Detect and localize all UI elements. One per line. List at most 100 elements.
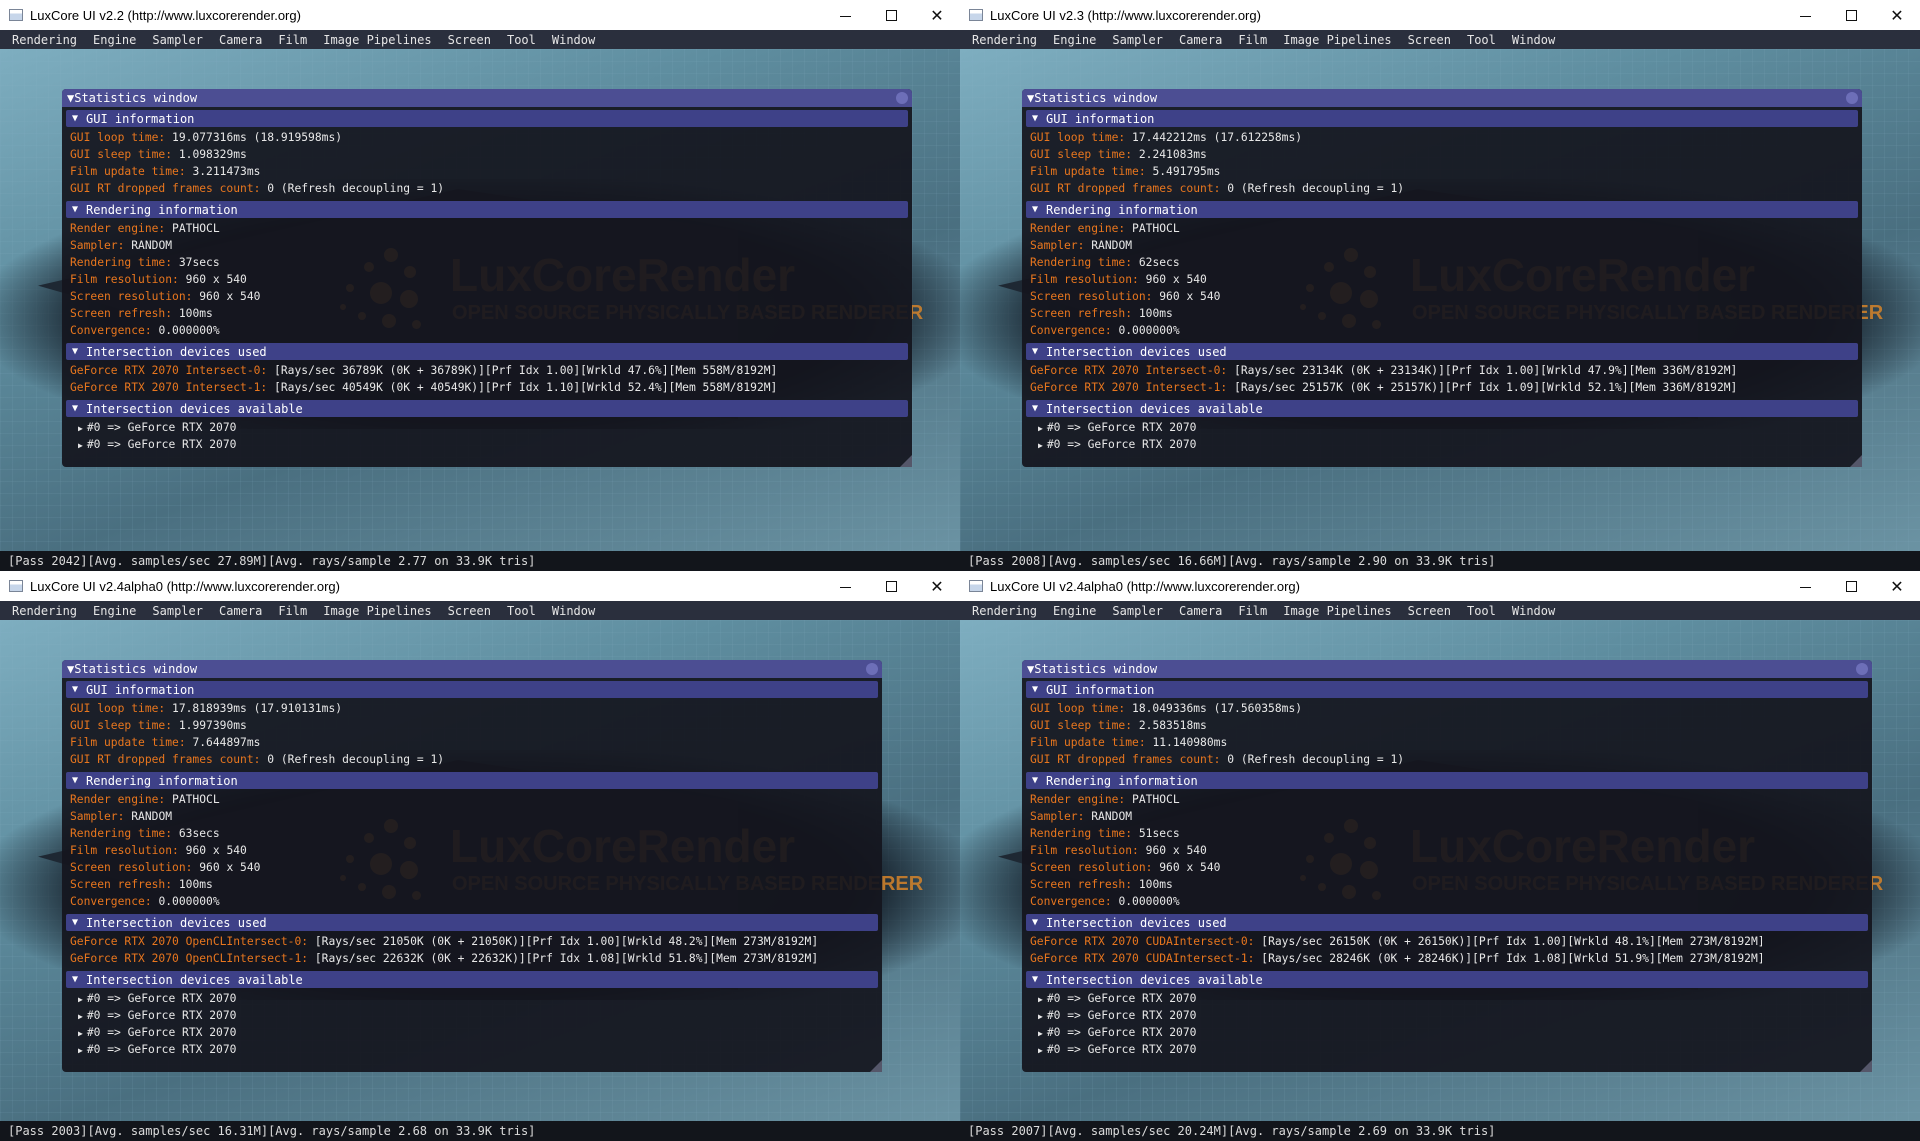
section-devices-used[interactable]: ▼ Intersection devices used <box>66 914 878 931</box>
statistics-window[interactable]: ▼ Statistics window ▼ GUI information GUI l… <box>62 89 912 467</box>
section-devices-available[interactable]: ▼ Intersection devices available <box>66 971 878 988</box>
menu-item-tool[interactable]: Tool <box>499 604 544 618</box>
section-gui-information[interactable]: ▼ GUI information <box>1026 681 1868 698</box>
resize-handle[interactable] <box>1850 455 1862 467</box>
collapse-arrow-icon[interactable]: ▼ <box>1027 662 1034 676</box>
section-devices-used[interactable]: ▼ Intersection devices used <box>1026 343 1858 360</box>
section-rendering-information[interactable]: ▼ Rendering information <box>66 201 908 218</box>
menu-item-camera[interactable]: Camera <box>1171 604 1230 618</box>
resize-handle[interactable] <box>1860 1060 1872 1072</box>
minimize-button[interactable] <box>822 571 868 601</box>
menu-item-sampler[interactable]: Sampler <box>1104 604 1171 618</box>
menu-item-window[interactable]: Window <box>544 604 603 618</box>
close-button[interactable]: ✕ <box>1874 0 1920 30</box>
menu-item-screen[interactable]: Screen <box>1400 33 1459 47</box>
expand-arrow-icon[interactable]: ▶ <box>78 1029 83 1038</box>
close-button[interactable]: ✕ <box>1874 571 1920 601</box>
statistics-window-title[interactable]: ▼ Statistics window <box>1022 660 1872 678</box>
expand-arrow-icon[interactable]: ▶ <box>1038 1046 1043 1055</box>
menu-item-film[interactable]: Film <box>1230 604 1275 618</box>
device-available-item[interactable]: ▶ #0 => GeForce RTX 2070 <box>1030 419 1862 436</box>
expand-arrow-icon[interactable]: ▶ <box>78 995 83 1004</box>
menu-item-tool[interactable]: Tool <box>1459 604 1504 618</box>
menu-item-sampler[interactable]: Sampler <box>144 33 211 47</box>
device-available-item[interactable]: ▶ #0 => GeForce RTX 2070 <box>1030 436 1862 453</box>
minimize-button[interactable] <box>1782 0 1828 30</box>
menu-item-tool[interactable]: Tool <box>499 33 544 47</box>
menu-item-rendering[interactable]: Rendering <box>4 33 85 47</box>
menu-item-screen[interactable]: Screen <box>1400 604 1459 618</box>
statistics-window-title[interactable]: ▼ Statistics window <box>1022 89 1862 107</box>
menu-item-engine[interactable]: Engine <box>85 604 144 618</box>
section-gui-information[interactable]: ▼ GUI information <box>66 110 908 127</box>
collapse-arrow-icon[interactable]: ▼ <box>67 662 74 676</box>
statistics-window[interactable]: ▼ Statistics window ▼ GUI information GUI l… <box>1022 660 1872 1072</box>
device-available-item[interactable]: ▶ #0 => GeForce RTX 2070 <box>70 436 912 453</box>
device-available-item[interactable]: ▶ #0 => GeForce RTX 2070 <box>1030 1024 1872 1041</box>
menu-item-sampler[interactable]: Sampler <box>1104 33 1171 47</box>
device-available-item[interactable]: ▶ #0 => GeForce RTX 2070 <box>1030 1007 1872 1024</box>
close-button[interactable]: ✕ <box>914 0 960 30</box>
menu-item-window[interactable]: Window <box>544 33 603 47</box>
section-devices-available[interactable]: ▼ Intersection devices available <box>1026 971 1868 988</box>
menu-item-window[interactable]: Window <box>1504 604 1563 618</box>
menu-item-engine[interactable]: Engine <box>85 33 144 47</box>
menu-item-film[interactable]: Film <box>270 33 315 47</box>
menu-item-rendering[interactable]: Rendering <box>964 604 1045 618</box>
maximize-button[interactable] <box>1828 0 1874 30</box>
expand-arrow-icon[interactable]: ▶ <box>78 424 83 433</box>
menu-item-image-pipelines[interactable]: Image Pipelines <box>315 33 439 47</box>
statistics-window[interactable]: ▼ Statistics window ▼ GUI information GUI l… <box>62 660 882 1072</box>
statistics-window-title[interactable]: ▼ Statistics window <box>62 660 882 678</box>
menu-item-window[interactable]: Window <box>1504 33 1563 47</box>
menu-item-camera[interactable]: Camera <box>211 33 270 47</box>
collapse-arrow-icon[interactable]: ▼ <box>67 91 74 105</box>
menu-item-screen[interactable]: Screen <box>440 604 499 618</box>
menu-item-sampler[interactable]: Sampler <box>144 604 211 618</box>
menu-item-rendering[interactable]: Rendering <box>4 604 85 618</box>
menu-item-camera[interactable]: Camera <box>211 604 270 618</box>
resize-handle[interactable] <box>870 1060 882 1072</box>
expand-arrow-icon[interactable]: ▶ <box>1038 995 1043 1004</box>
section-rendering-information[interactable]: ▼ Rendering information <box>66 772 878 789</box>
menu-item-film[interactable]: Film <box>1230 33 1275 47</box>
expand-arrow-icon[interactable]: ▶ <box>1038 424 1043 433</box>
device-available-item[interactable]: ▶ #0 => GeForce RTX 2070 <box>70 1041 882 1058</box>
menu-item-tool[interactable]: Tool <box>1459 33 1504 47</box>
section-devices-used[interactable]: ▼ Intersection devices used <box>66 343 908 360</box>
minimize-button[interactable] <box>1782 571 1828 601</box>
menu-item-engine[interactable]: Engine <box>1045 33 1104 47</box>
menu-item-film[interactable]: Film <box>270 604 315 618</box>
statistics-close-button[interactable] <box>896 92 908 104</box>
close-button[interactable]: ✕ <box>914 571 960 601</box>
statistics-window-title[interactable]: ▼ Statistics window <box>62 89 912 107</box>
device-available-item[interactable]: ▶ #0 => GeForce RTX 2070 <box>70 1007 882 1024</box>
statistics-window[interactable]: ▼ Statistics window ▼ GUI information GUI l… <box>1022 89 1862 467</box>
statistics-close-button[interactable] <box>1856 663 1868 675</box>
menu-item-screen[interactable]: Screen <box>440 33 499 47</box>
expand-arrow-icon[interactable]: ▶ <box>1038 441 1043 450</box>
collapse-arrow-icon[interactable]: ▼ <box>1027 91 1034 105</box>
section-gui-information[interactable]: ▼ GUI information <box>66 681 878 698</box>
expand-arrow-icon[interactable]: ▶ <box>78 441 83 450</box>
expand-arrow-icon[interactable]: ▶ <box>78 1012 83 1021</box>
statistics-close-button[interactable] <box>866 663 878 675</box>
section-devices-available[interactable]: ▼ Intersection devices available <box>66 400 908 417</box>
section-gui-information[interactable]: ▼ GUI information <box>1026 110 1858 127</box>
minimize-button[interactable] <box>822 0 868 30</box>
menu-item-camera[interactable]: Camera <box>1171 33 1230 47</box>
menu-item-image-pipelines[interactable]: Image Pipelines <box>315 604 439 618</box>
section-rendering-information[interactable]: ▼ Rendering information <box>1026 772 1868 789</box>
device-available-item[interactable]: ▶ #0 => GeForce RTX 2070 <box>70 1024 882 1041</box>
menu-item-image-pipelines[interactable]: Image Pipelines <box>1275 33 1399 47</box>
expand-arrow-icon[interactable]: ▶ <box>78 1046 83 1055</box>
resize-handle[interactable] <box>900 455 912 467</box>
expand-arrow-icon[interactable]: ▶ <box>1038 1029 1043 1038</box>
menu-item-engine[interactable]: Engine <box>1045 604 1104 618</box>
device-available-item[interactable]: ▶ #0 => GeForce RTX 2070 <box>1030 990 1872 1007</box>
section-rendering-information[interactable]: ▼ Rendering information <box>1026 201 1858 218</box>
menu-item-image-pipelines[interactable]: Image Pipelines <box>1275 604 1399 618</box>
maximize-button[interactable] <box>868 0 914 30</box>
section-devices-used[interactable]: ▼ Intersection devices used <box>1026 914 1868 931</box>
menu-item-rendering[interactable]: Rendering <box>964 33 1045 47</box>
